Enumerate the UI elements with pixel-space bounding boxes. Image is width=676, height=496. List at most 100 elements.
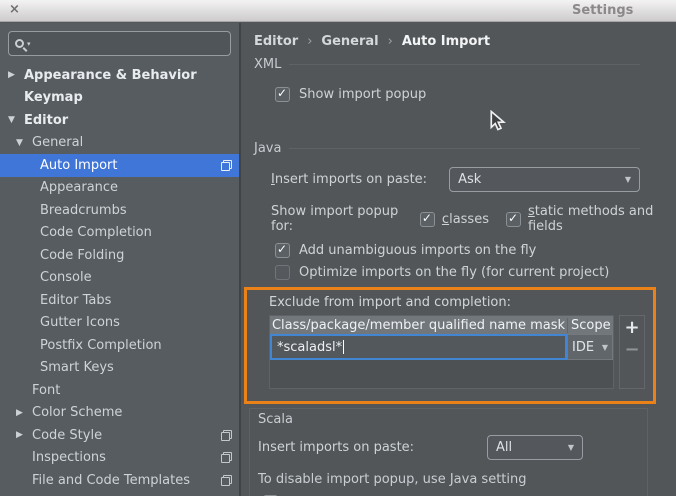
static-methods-label: static methods and fields <box>528 204 676 234</box>
java-section-title: Java <box>254 141 281 156</box>
highlight-rectangle: Exclude from import and completion: Clas… <box>244 287 656 404</box>
sidebar-item-label: Keymap <box>24 90 232 105</box>
shared-settings-icon <box>221 160 232 171</box>
sidebar-item-label: Code Completion <box>40 225 232 240</box>
show-import-popup-for-row: Show import popup for: classes static me… <box>271 204 676 234</box>
scala-insert-imports-select[interactable]: All ▼ <box>487 435 583 460</box>
chevron-collapsed-icon[interactable]: ▶ <box>16 430 32 440</box>
chevron-collapsed-icon[interactable]: ▶ <box>8 70 24 80</box>
chevron-down-icon: ▼ <box>602 343 608 352</box>
exclude-table-header: Class/package/member qualified name mask… <box>270 316 613 334</box>
chevron-collapsed-icon[interactable]: ▶ <box>16 408 32 418</box>
sidebar-item-code-folding[interactable]: Code Folding <box>0 244 239 267</box>
sidebar-item-inspections[interactable]: Inspections <box>0 447 239 470</box>
scala-group-title: Scala <box>258 412 637 427</box>
settings-search-input[interactable]: ▾ <box>8 31 231 56</box>
show-import-popup-checkbox[interactable] <box>275 87 290 102</box>
exclude-table-row[interactable]: *scaladsl* IDE ▼ <box>270 334 613 360</box>
sidebar-item-code-style[interactable]: ▶Code Style <box>0 424 239 447</box>
titlebar: × Settings <box>0 0 676 22</box>
java-section-header: Java <box>254 141 640 156</box>
sidebar-item-font[interactable]: Font <box>0 379 239 402</box>
static-methods-checkbox-pair[interactable]: static methods and fields <box>506 204 676 234</box>
java-add-unambiguous-label: Add unambiguous imports on the fly <box>299 243 536 258</box>
insert-imports-on-paste-select[interactable]: Ask ▼ <box>449 167 640 192</box>
sidebar-item-label: Gutter Icons <box>40 315 232 330</box>
static-methods-checkbox[interactable] <box>506 212 521 227</box>
chevron-down-icon: ▼ <box>625 175 631 184</box>
add-row-button[interactable]: + <box>624 319 639 337</box>
breadcrumb-item-editor[interactable]: Editor <box>254 34 298 49</box>
sidebar-item-label: Editor Tabs <box>40 293 232 308</box>
mask-input[interactable]: *scaladsl* <box>270 334 567 360</box>
sidebar-item-label: Appearance <box>40 180 232 195</box>
scope-select[interactable]: IDE ▼ <box>567 334 613 360</box>
sidebar-item-label: Color Scheme <box>32 405 232 420</box>
classes-checkbox[interactable] <box>420 212 435 227</box>
window-title: Settings <box>572 3 633 18</box>
text-caret <box>343 340 344 354</box>
scala-insert-imports-label: Insert imports on paste: <box>258 440 414 455</box>
sidebar-item-label: Postfix Completion <box>40 338 232 353</box>
sidebar-item-auto-import[interactable]: Auto Import <box>0 154 239 177</box>
sidebar-item-gutter-icons[interactable]: Gutter Icons <box>0 312 239 335</box>
show-import-popup-checkbox-row[interactable]: Show import popup <box>275 87 676 102</box>
sidebar-item-postfix-completion[interactable]: Postfix Completion <box>0 334 239 357</box>
classes-checkbox-pair[interactable]: classes <box>420 212 489 227</box>
breadcrumb-item-general[interactable]: General <box>321 34 378 49</box>
show-import-popup-for-label: Show import popup for: <box>271 204 411 234</box>
java-add-unambiguous-checkbox[interactable] <box>275 243 290 258</box>
xml-section-title: XML <box>254 57 281 72</box>
scala-insert-imports-row: Insert imports on paste: All ▼ <box>258 435 637 460</box>
chevron-down-icon: ▼ <box>568 443 574 452</box>
sidebar-item-keymap[interactable]: Keymap <box>0 87 239 110</box>
search-options-chevron-icon[interactable]: ▾ <box>27 40 31 48</box>
sidebar-item-color-scheme[interactable]: ▶Color Scheme <box>0 402 239 425</box>
breadcrumb-separator: › <box>307 34 312 49</box>
insert-imports-on-paste-label: Insert imports on paste: <box>271 172 427 187</box>
exclude-label: Exclude from import and completion: <box>269 295 647 310</box>
sidebar-item-label: Inspections <box>32 450 221 465</box>
show-import-popup-label: Show import popup <box>299 87 426 102</box>
sidebar-item-appearance-behavior[interactable]: ▶Appearance & Behavior <box>0 64 239 87</box>
sidebar-item-label: Console <box>40 270 232 285</box>
java-optimize-imports-checkbox[interactable] <box>275 265 290 280</box>
sidebar-item-label: Auto Import <box>40 158 221 173</box>
sidebar-item-label: General <box>32 135 232 150</box>
sidebar-item-code-completion[interactable]: Code Completion <box>0 222 239 245</box>
sidebar-item-label: Code Style <box>32 428 221 443</box>
breadcrumb-item-auto-import: Auto Import <box>402 34 490 49</box>
sidebar-item-label: Smart Keys <box>40 360 232 375</box>
sidebar-item-label: Appearance & Behavior <box>24 68 232 83</box>
sidebar-item-console[interactable]: Console <box>0 267 239 290</box>
settings-content: Editor › General › Auto Import XML Show … <box>241 23 676 496</box>
section-divider <box>289 64 640 65</box>
remove-row-button[interactable]: − <box>624 344 639 356</box>
insert-imports-on-paste-row: Insert imports on paste: Ask ▼ <box>271 167 640 192</box>
close-icon[interactable]: × <box>9 2 20 17</box>
sidebar-item-label: Breadcrumbs <box>40 203 232 218</box>
sidebar-item-label: Editor <box>24 113 232 128</box>
java-add-unambiguous-row[interactable]: Add unambiguous imports on the fly <box>275 243 676 258</box>
xml-section-header: XML <box>254 57 640 72</box>
java-optimize-imports-row[interactable]: Optimize imports on the fly (for current… <box>275 265 676 280</box>
chevron-expanded-icon[interactable]: ▼ <box>16 138 32 148</box>
scope-column-header: Scope <box>567 318 613 333</box>
sidebar-item-general[interactable]: ▼General <box>0 132 239 155</box>
settings-window: ▾ ▶Appearance & BehaviorKeymap▼Editor▼Ge… <box>0 23 676 496</box>
sidebar-item-editor-tabs[interactable]: Editor Tabs <box>0 289 239 312</box>
sidebar-item-smart-keys[interactable]: Smart Keys <box>0 357 239 380</box>
shared-settings-icon <box>221 475 232 486</box>
section-divider <box>289 148 640 149</box>
chevron-expanded-icon[interactable]: ▼ <box>8 115 24 125</box>
sidebar-item-breadcrumbs[interactable]: Breadcrumbs <box>0 199 239 222</box>
breadcrumb-separator: › <box>388 34 393 49</box>
exclude-table[interactable]: Class/package/member qualified name mask… <box>269 315 614 389</box>
exclude-table-toolbar: + − <box>619 315 645 389</box>
sidebar-item-editor[interactable]: ▼Editor <box>0 109 239 132</box>
sidebar-item-file-and-code-templates[interactable]: File and Code Templates <box>0 469 239 492</box>
scala-note: To disable import popup, use Java settin… <box>258 472 637 487</box>
java-optimize-imports-label: Optimize imports on the fly (for current… <box>299 265 609 280</box>
sidebar-item-label: Font <box>32 383 232 398</box>
sidebar-item-appearance[interactable]: Appearance <box>0 177 239 200</box>
